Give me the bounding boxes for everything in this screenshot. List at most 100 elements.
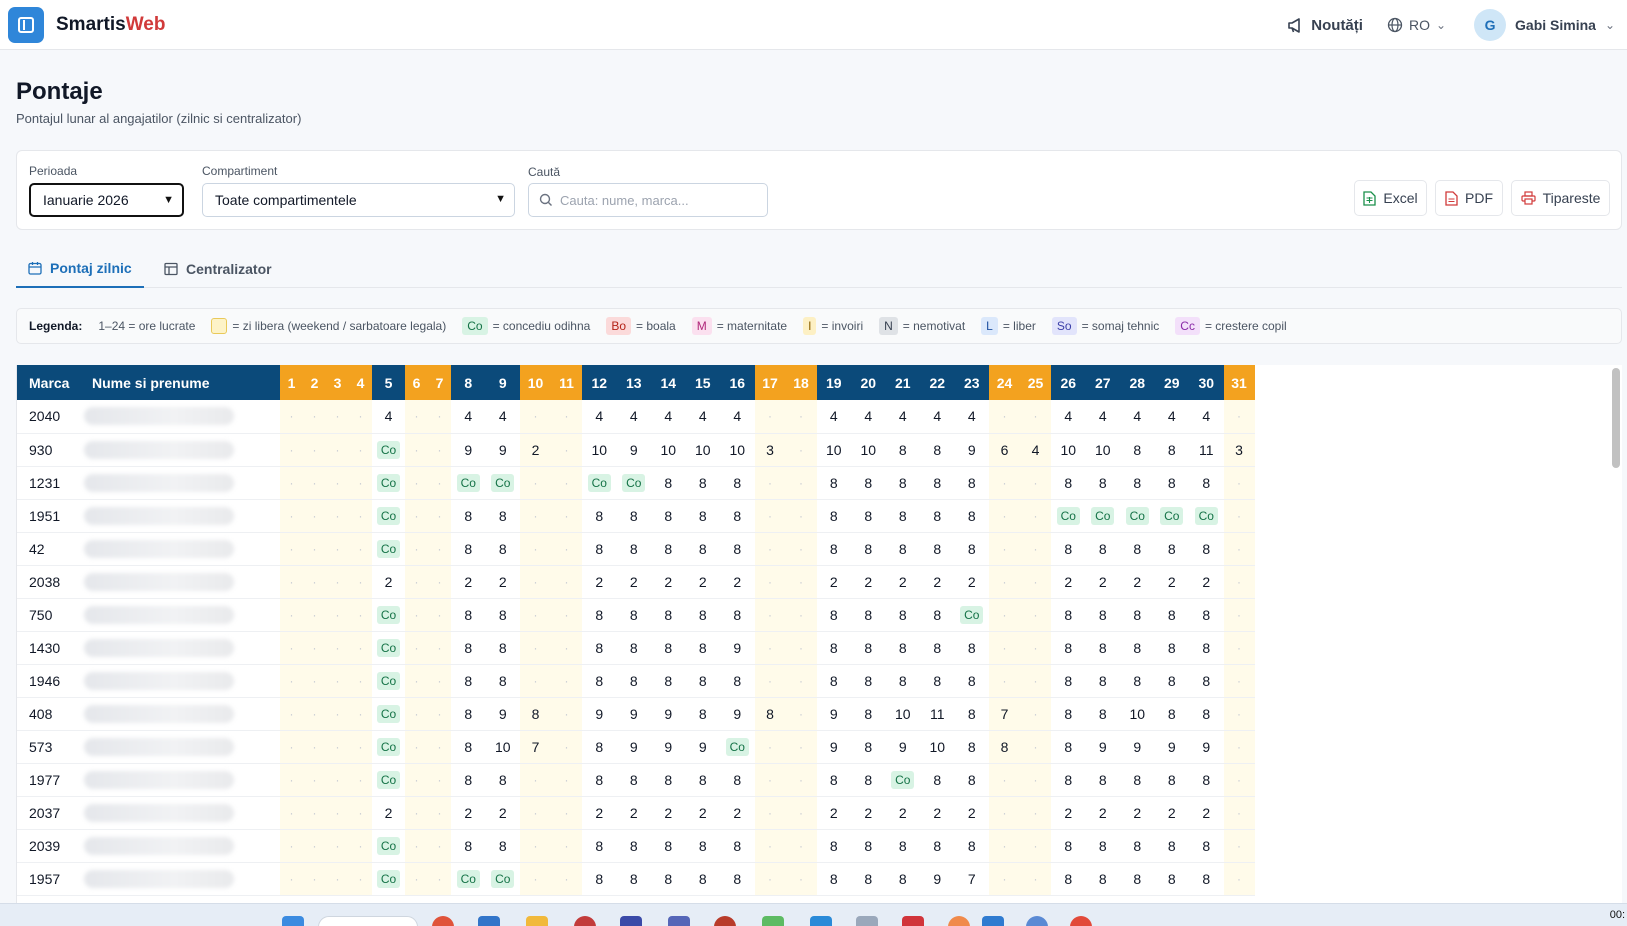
- cell-day[interactable]: ·: [405, 598, 428, 632]
- cell-day[interactable]: ·: [551, 730, 582, 764]
- cell-day[interactable]: Co: [954, 598, 989, 632]
- cell-day[interactable]: 2: [651, 796, 686, 830]
- calendar-app-icon[interactable]: [982, 916, 1004, 926]
- cell-day[interactable]: ·: [785, 565, 817, 599]
- cell-day[interactable]: 2: [1154, 565, 1189, 599]
- cell-day[interactable]: 8: [851, 763, 886, 797]
- cell-day[interactable]: ·: [428, 499, 451, 533]
- cell-day[interactable]: ·: [428, 598, 451, 632]
- cell-day[interactable]: ·: [520, 796, 551, 830]
- cell-day[interactable]: 8: [451, 499, 486, 533]
- cell-day[interactable]: 8: [1120, 631, 1155, 665]
- cell-day[interactable]: ·: [551, 598, 582, 632]
- cell-day[interactable]: ·: [303, 499, 326, 533]
- cell-day[interactable]: ·: [520, 598, 551, 632]
- cell-day[interactable]: ·: [1223, 565, 1255, 599]
- cell-day[interactable]: ·: [349, 466, 372, 500]
- cell-day[interactable]: ·: [785, 499, 817, 533]
- cell-day[interactable]: 8: [1120, 466, 1155, 500]
- app-icon[interactable]: [620, 916, 642, 926]
- cell-day[interactable]: ·: [349, 631, 372, 665]
- cell-day[interactable]: 8: [885, 862, 920, 896]
- cell-day[interactable]: 8: [1085, 697, 1120, 731]
- cell-day[interactable]: 10: [920, 730, 955, 764]
- cell-day[interactable]: 8: [816, 829, 851, 863]
- cell-day[interactable]: 8: [816, 466, 851, 500]
- cell-day[interactable]: ·: [754, 532, 786, 566]
- cell-day[interactable]: ·: [428, 466, 451, 500]
- cell-day[interactable]: 2: [920, 565, 955, 599]
- cell-day[interactable]: ·: [551, 631, 582, 665]
- cell-day[interactable]: ·: [785, 532, 817, 566]
- cell-day[interactable]: 4: [720, 400, 755, 434]
- cell-day[interactable]: ·: [303, 598, 326, 632]
- cell-day[interactable]: 8: [1085, 664, 1120, 698]
- cell-day[interactable]: Co: [372, 862, 405, 896]
- cell-day[interactable]: 8: [616, 829, 651, 863]
- cell-day[interactable]: 8: [685, 598, 720, 632]
- cell-day[interactable]: ·: [405, 697, 428, 731]
- cell-day[interactable]: ·: [754, 664, 786, 698]
- cell-day[interactable]: 8: [954, 664, 989, 698]
- cell-day[interactable]: 8: [1189, 763, 1224, 797]
- cell-day[interactable]: ·: [785, 697, 817, 731]
- cell-day[interactable]: ·: [1223, 862, 1255, 896]
- cell-day[interactable]: 9: [1085, 730, 1120, 764]
- cell-day[interactable]: ·: [520, 499, 551, 533]
- cell-day[interactable]: 2: [720, 796, 755, 830]
- cell-day[interactable]: 8: [520, 697, 551, 731]
- cell-day[interactable]: 8: [1051, 466, 1086, 500]
- tab-daily[interactable]: Pontaj zilnic: [16, 250, 144, 288]
- cell-day[interactable]: 8: [651, 862, 686, 896]
- cell-day[interactable]: 8: [685, 664, 720, 698]
- table-row[interactable]: 2038 · · · · 2 · · 2 2 · · 2 2 2 2 2 · · 2 2 2 2 2 · · 2 2 2 2 2 ·: [17, 565, 1255, 599]
- cell-day[interactable]: 8: [685, 697, 720, 731]
- col-name[interactable]: Nume si prenume: [80, 365, 280, 400]
- cell-day[interactable]: 11: [920, 697, 955, 731]
- cell-day[interactable]: ·: [754, 763, 786, 797]
- cell-day[interactable]: ·: [1223, 631, 1255, 665]
- cell-day[interactable]: 4: [954, 400, 989, 434]
- cell-day[interactable]: 8: [1051, 697, 1086, 731]
- table-row[interactable]: 1951 · · · · Co · · 8 8 · · 8 8 8 8 8 · · 8 8 8 8 8 · · Co Co Co Co Co…: [17, 499, 1255, 533]
- cell-day[interactable]: 8: [851, 631, 886, 665]
- cell-day[interactable]: 8: [685, 631, 720, 665]
- cell-day[interactable]: 8: [920, 763, 955, 797]
- cell-day[interactable]: 4: [582, 400, 617, 434]
- cell-day[interactable]: ·: [1020, 697, 1051, 731]
- cell-day[interactable]: 10: [651, 433, 686, 467]
- cell-day[interactable]: 8: [582, 598, 617, 632]
- cell-day[interactable]: Co: [372, 433, 405, 467]
- table-row[interactable]: 1957 · · · · Co · · Co Co · · 8 8 8 8 8 · · 8 8 8 9 7 · · 8 8 8 8 8 ·: [17, 862, 1255, 896]
- cell-day[interactable]: 8: [1154, 829, 1189, 863]
- cell-day[interactable]: 8: [720, 532, 755, 566]
- cell-day[interactable]: ·: [303, 829, 326, 863]
- cell-day[interactable]: ·: [303, 664, 326, 698]
- cell-day[interactable]: 8: [885, 631, 920, 665]
- user-menu[interactable]: G Gabi Simina ⌄: [1474, 9, 1615, 41]
- cell-day[interactable]: 8: [485, 763, 520, 797]
- cell-day[interactable]: ·: [1020, 796, 1051, 830]
- cell-day[interactable]: 2: [1085, 796, 1120, 830]
- cell-day[interactable]: 8: [616, 499, 651, 533]
- cell-day[interactable]: ·: [280, 730, 303, 764]
- col-marca[interactable]: Marca: [17, 365, 80, 400]
- cell-day[interactable]: 8: [851, 730, 886, 764]
- cell-day[interactable]: 4: [485, 400, 520, 434]
- cell-day[interactable]: 8: [1120, 664, 1155, 698]
- cell-day[interactable]: 2: [1120, 796, 1155, 830]
- sidebar-toggle-icon[interactable]: [8, 6, 44, 43]
- app-icon[interactable]: [574, 916, 596, 926]
- cell-day[interactable]: ·: [785, 631, 817, 665]
- cell-day[interactable]: 2: [451, 796, 486, 830]
- cell-day[interactable]: ·: [303, 862, 326, 896]
- cell-day[interactable]: ·: [989, 796, 1020, 830]
- language-selector[interactable]: RO ⌄: [1387, 17, 1446, 33]
- cell-day[interactable]: ·: [1223, 763, 1255, 797]
- cell-day[interactable]: 8: [720, 664, 755, 698]
- chrome-icon[interactable]: [1070, 916, 1092, 926]
- cell-day[interactable]: 8: [1051, 763, 1086, 797]
- cell-day[interactable]: 8: [651, 499, 686, 533]
- cell-day[interactable]: ·: [280, 400, 303, 434]
- cell-day[interactable]: 8: [651, 598, 686, 632]
